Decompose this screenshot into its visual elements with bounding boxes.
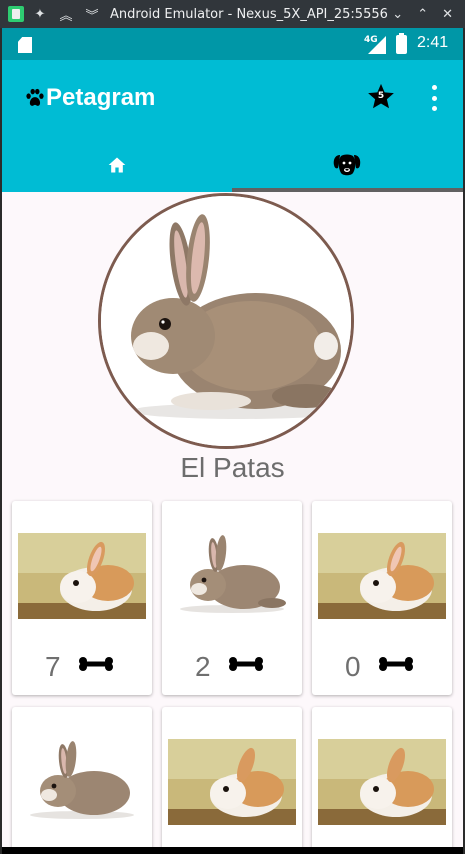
favorites-button[interactable]: 5 <box>366 82 396 112</box>
tab-home[interactable] <box>2 138 232 192</box>
pin-icon[interactable]: ✦ <box>30 7 50 22</box>
maximize-icon[interactable]: ⌃ <box>417 7 428 22</box>
emulator-title-bar: ✦ ︽ ︾ Android Emulator - Nexus_5X_API_25… <box>0 0 465 28</box>
close-icon[interactable]: ✕ <box>442 7 453 22</box>
keep-below-icon[interactable]: ︾ <box>82 5 102 24</box>
bunny-photo <box>18 533 146 619</box>
app-title: Petagram <box>46 84 156 111</box>
rabbit-photo <box>101 196 351 446</box>
photo-card[interactable]: 7 <box>12 501 152 695</box>
photo-card[interactable] <box>312 707 452 854</box>
menu-dot <box>431 106 437 111</box>
emulator-app-icon <box>8 6 24 22</box>
photo-card[interactable]: 0 <box>312 501 452 695</box>
keep-above-icon[interactable]: ︽ <box>56 5 76 24</box>
sd-card-icon <box>18 37 32 53</box>
tab-pet-profile[interactable] <box>232 138 462 192</box>
bunny-photo <box>318 739 446 825</box>
photo-card[interactable]: 2 <box>162 501 302 695</box>
photo-card[interactable] <box>12 707 152 854</box>
status-time: 2:41 <box>417 34 449 51</box>
tab-bar <box>2 138 463 192</box>
pet-name: El Patas <box>180 452 285 483</box>
like-count: 2 <box>195 651 211 682</box>
bone-icon <box>229 657 263 671</box>
bunny-photo <box>168 739 296 825</box>
home-icon <box>108 157 126 173</box>
menu-dot <box>431 95 437 101</box>
like-count: 0 <box>345 651 361 682</box>
minimize-icon[interactable]: ⌄ <box>392 7 403 22</box>
favorites-count: 5 <box>377 91 385 101</box>
window-title: Android Emulator - Nexus_5X_API_25:5556 <box>110 6 388 22</box>
dog-icon <box>333 154 361 176</box>
navigation-bar <box>2 847 463 854</box>
bunny-photo <box>18 733 146 819</box>
paw-icon <box>26 88 44 106</box>
profile-photo <box>98 193 354 449</box>
tab-indicator <box>232 188 463 192</box>
photo-card[interactable] <box>162 707 302 854</box>
device-screen: 4G 2:41 Petagram 5 El Patas 7 2 0 <box>2 28 463 854</box>
menu-dot <box>431 85 437 90</box>
bunny-photo <box>318 533 446 619</box>
bone-icon <box>379 657 413 671</box>
overflow-menu-button[interactable] <box>426 85 442 111</box>
network-type: 4G <box>364 35 378 45</box>
bone-icon <box>79 657 113 671</box>
bunny-photo <box>168 529 296 615</box>
like-count: 7 <box>45 651 61 682</box>
app-bar: Petagram 5 <box>2 60 463 138</box>
status-bar: 4G 2:41 <box>2 28 463 60</box>
battery-icon <box>396 33 407 54</box>
